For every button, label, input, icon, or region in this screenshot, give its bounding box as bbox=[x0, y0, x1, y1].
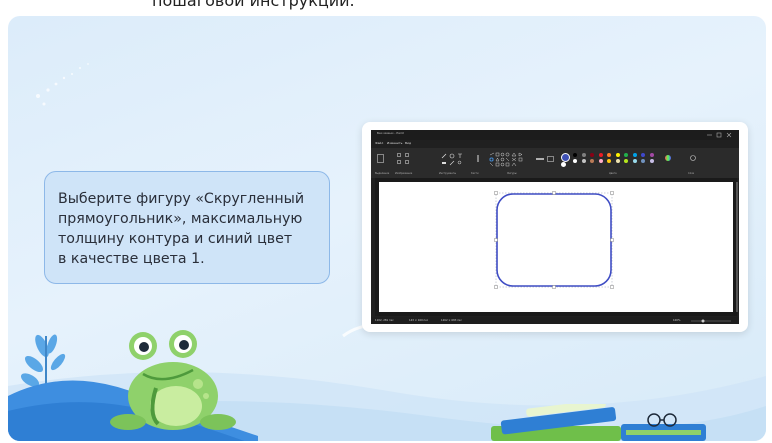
paint-statusbar: 1102, 281 пкс 143 × 160 пкс 1262 × 683 п… bbox=[371, 317, 739, 324]
palette-swatch[interactable] bbox=[649, 159, 654, 163]
color-picker-icon[interactable] bbox=[449, 160, 455, 166]
books-icon bbox=[491, 404, 706, 441]
rotate-icon[interactable] bbox=[397, 160, 401, 164]
paint-screenshot-card: Без имени - Paint Файл Изменить Вид Выде… bbox=[362, 122, 748, 332]
palette-swatch[interactable] bbox=[581, 159, 586, 163]
zoom-slider[interactable] bbox=[689, 319, 733, 323]
paint-window: Без имени - Paint Файл Изменить Вид Выде… bbox=[371, 130, 739, 324]
palette-swatch[interactable] bbox=[641, 159, 645, 163]
instruction-line: прямоугольник», максимальную bbox=[58, 211, 303, 227]
menu-edit[interactable]: Изменить bbox=[387, 141, 402, 145]
status-selection: 143 × 160 пкс bbox=[409, 318, 429, 322]
status-canvas-size: 1262 × 683 пкс bbox=[441, 318, 462, 322]
crop-icon[interactable] bbox=[397, 153, 401, 157]
color2-swatch[interactable] bbox=[561, 162, 566, 167]
magnifier-icon[interactable] bbox=[457, 160, 463, 166]
instruction-line: толщину контура и синий цвет bbox=[58, 231, 293, 247]
palette-swatch[interactable] bbox=[632, 159, 637, 163]
vertical-scrollbar[interactable] bbox=[736, 182, 738, 312]
shapes-gallery-icon[interactable] bbox=[489, 152, 533, 168]
palette-swatch[interactable] bbox=[607, 159, 611, 163]
paint-title: Без имени - Paint bbox=[377, 131, 404, 135]
resize-icon[interactable] bbox=[405, 153, 409, 157]
canvas-area bbox=[375, 178, 737, 316]
palette-swatch[interactable] bbox=[632, 153, 637, 157]
palette-swatch[interactable] bbox=[590, 153, 594, 157]
ribbon-label-selection: Выделение bbox=[375, 172, 390, 175]
outline-icon[interactable] bbox=[535, 153, 545, 165]
palette-swatch[interactable] bbox=[624, 153, 628, 157]
menu-view[interactable]: Вид bbox=[405, 141, 411, 145]
rounded-rectangle-shape[interactable] bbox=[491, 188, 617, 292]
selection-tool-icon[interactable] bbox=[377, 154, 384, 163]
flip-icon[interactable] bbox=[405, 160, 409, 164]
status-cursor: 1102, 281 пкс bbox=[375, 318, 394, 322]
palette-swatch[interactable] bbox=[624, 159, 628, 163]
frog-mascot-icon bbox=[110, 330, 236, 430]
ribbon-label-tools: Инструменты bbox=[439, 172, 457, 175]
palette-swatch[interactable] bbox=[615, 153, 620, 157]
eraser-icon[interactable] bbox=[441, 160, 447, 166]
color1-swatch[interactable] bbox=[561, 153, 570, 162]
paint-menu: Файл Изменить Вид bbox=[371, 140, 739, 148]
palette-swatch[interactable] bbox=[598, 153, 603, 157]
fill-icon[interactable] bbox=[449, 153, 455, 159]
edit-colors-icon[interactable] bbox=[664, 154, 672, 162]
palette-swatch[interactable] bbox=[598, 159, 603, 163]
ribbon-label-shapes: Фигуры bbox=[507, 172, 517, 175]
paint-titlebar: Без имени - Paint bbox=[371, 130, 739, 140]
palette-swatch[interactable] bbox=[607, 153, 611, 157]
palette-swatch[interactable] bbox=[573, 153, 577, 157]
palette-swatch[interactable] bbox=[581, 153, 586, 157]
palette-swatch[interactable] bbox=[615, 159, 620, 163]
sparkle-decoration bbox=[36, 63, 89, 106]
palette-swatch[interactable] bbox=[590, 159, 594, 163]
ribbon-label-brushes: Кисти bbox=[471, 172, 479, 175]
ribbon-label-image: Изображение bbox=[395, 172, 413, 175]
ribbon-label-colors: Цвета bbox=[609, 172, 617, 175]
top-caption: пошаговой инструкции. bbox=[152, 0, 355, 10]
instruction-line: Выберите фигуру «Скругленный bbox=[58, 191, 305, 207]
palette-swatch[interactable] bbox=[573, 159, 577, 163]
drawing-canvas[interactable] bbox=[379, 182, 733, 312]
palette-swatch[interactable] bbox=[641, 153, 645, 157]
layers-icon[interactable] bbox=[689, 154, 697, 162]
color-palette bbox=[573, 153, 663, 165]
status-zoom: 100% bbox=[673, 318, 681, 322]
ribbon-label-layers: Слои bbox=[688, 172, 695, 175]
menu-file[interactable]: Файл bbox=[375, 141, 383, 145]
paint-ribbon: Выделение Изображение Инструменты Кисти … bbox=[371, 148, 739, 178]
brush-icon[interactable] bbox=[475, 154, 481, 163]
size-icon[interactable] bbox=[547, 156, 554, 162]
text-icon[interactable] bbox=[457, 153, 463, 159]
instruction-line: в качестве цвета 1. bbox=[58, 251, 205, 267]
window-controls-icon[interactable] bbox=[705, 132, 735, 138]
palette-swatch[interactable] bbox=[649, 153, 654, 157]
pencil-icon[interactable] bbox=[441, 153, 447, 159]
instruction-box: Выберите фигуру «Скругленный прямоугольн… bbox=[44, 171, 330, 284]
